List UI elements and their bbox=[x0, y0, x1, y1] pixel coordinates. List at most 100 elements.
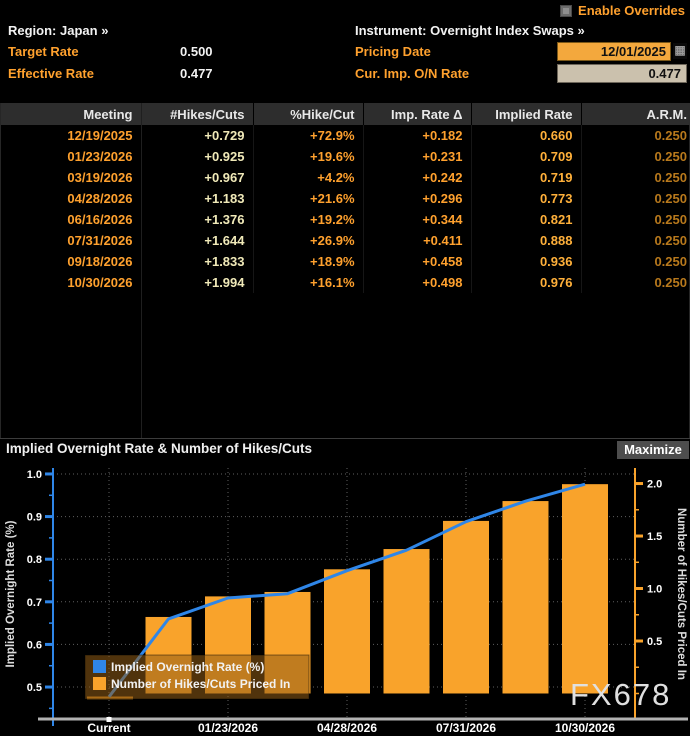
svg-text:0.9: 0.9 bbox=[27, 512, 42, 524]
header: Enable Overrides Region: Japan » Instrum… bbox=[0, 0, 690, 103]
bar bbox=[503, 501, 549, 693]
svg-text:Current: Current bbox=[87, 721, 130, 735]
table-cell: 12/19/2025 bbox=[1, 125, 141, 146]
calendar-icon[interactable]: ▦ bbox=[673, 43, 687, 59]
table-row[interactable]: 10/30/2026+1.994+16.1%+0.4980.9760.250 bbox=[1, 272, 690, 293]
enable-overrides-label: Enable Overrides bbox=[578, 3, 685, 18]
legend-label-bar: Number of Hikes/Cuts Priced In bbox=[111, 677, 290, 691]
table-row[interactable]: 04/28/2026+1.183+21.6%+0.2960.7730.250 bbox=[1, 188, 690, 209]
cur-imp-rate-input[interactable]: 0.477 bbox=[557, 64, 687, 83]
chart-legend[interactable]: Implied Overnight Rate (%) Number of Hike… bbox=[85, 655, 309, 699]
table-cell: 0.250 bbox=[581, 272, 690, 293]
table-cell: +0.182 bbox=[363, 125, 471, 146]
maximize-button[interactable]: Maximize bbox=[617, 441, 689, 459]
effective-rate-label: Effective Rate bbox=[8, 66, 94, 81]
table-row[interactable]: 12/19/2025+0.729+72.9%+0.1820.6600.250 bbox=[1, 125, 690, 146]
table-cell: 0.250 bbox=[581, 188, 690, 209]
table-cell: 0.250 bbox=[581, 146, 690, 167]
chart-title: Implied Overnight Rate & Number of Hikes… bbox=[6, 441, 312, 456]
table-cell: 0.250 bbox=[581, 230, 690, 251]
region-label: Region: bbox=[8, 23, 56, 38]
right-axis-ticks: 2.01.51.00.5 bbox=[635, 479, 662, 694]
pricing-date-label: Pricing Date bbox=[355, 44, 431, 59]
column-header[interactable]: Implied Rate bbox=[471, 103, 581, 125]
enable-overrides-checkbox[interactable] bbox=[560, 5, 572, 17]
cur-imp-rate-label: Cur. Imp. O/N Rate bbox=[355, 66, 469, 81]
left-axis-ticks: 1.00.90.80.70.60.5 bbox=[27, 469, 53, 708]
table-cell: +19.2% bbox=[253, 209, 363, 230]
table-cell: 0.821 bbox=[471, 209, 581, 230]
enable-overrides[interactable]: Enable Overrides bbox=[560, 3, 685, 18]
column-header[interactable]: #Hikes/Cuts bbox=[141, 103, 253, 125]
svg-text:1.0: 1.0 bbox=[647, 584, 662, 596]
column-divider bbox=[141, 103, 142, 438]
table-cell: 07/31/2026 bbox=[1, 230, 141, 251]
svg-text:0.6: 0.6 bbox=[27, 639, 42, 651]
table-cell: 0.773 bbox=[471, 188, 581, 209]
target-rate-value: 0.500 bbox=[180, 44, 213, 59]
table-row[interactable]: 07/31/2026+1.644+26.9%+0.4110.8880.250 bbox=[1, 230, 690, 251]
table-cell: +0.967 bbox=[141, 167, 253, 188]
right-axis-title: Number of Hikes/Cuts Priced In bbox=[675, 508, 687, 680]
svg-text:0.7: 0.7 bbox=[27, 597, 42, 609]
table-row[interactable]: 03/19/2026+0.967+4.2%+0.2420.7190.250 bbox=[1, 167, 690, 188]
table-cell: +21.6% bbox=[253, 188, 363, 209]
instrument-label: Instrument: bbox=[355, 23, 427, 38]
column-header[interactable]: Imp. Rate Δ bbox=[363, 103, 471, 125]
svg-text:07/31/2026: 07/31/2026 bbox=[436, 721, 496, 735]
chart-titlebar: Implied Overnight Rate & Number of Hikes… bbox=[0, 438, 690, 458]
table-cell: +16.1% bbox=[253, 272, 363, 293]
table-cell: +0.296 bbox=[363, 188, 471, 209]
table-cell: 04/28/2026 bbox=[1, 188, 141, 209]
table-cell: 0.660 bbox=[471, 125, 581, 146]
svg-text:1.0: 1.0 bbox=[27, 469, 42, 481]
svg-text:0.5: 0.5 bbox=[647, 636, 662, 648]
table-cell: 10/30/2026 bbox=[1, 272, 141, 293]
bar bbox=[562, 484, 608, 693]
instrument-value[interactable]: Overnight Index Swaps » bbox=[430, 23, 585, 38]
table-cell: +4.2% bbox=[253, 167, 363, 188]
table-cell: +72.9% bbox=[253, 125, 363, 146]
bar bbox=[443, 521, 489, 694]
table-cell: 0.250 bbox=[581, 251, 690, 272]
region-value[interactable]: Japan » bbox=[60, 23, 108, 38]
table-cell: +1.644 bbox=[141, 230, 253, 251]
table-cell: +0.729 bbox=[141, 125, 253, 146]
legend-label-line: Implied Overnight Rate (%) bbox=[111, 660, 264, 674]
table-row[interactable]: 01/23/2026+0.925+19.6%+0.2310.7090.250 bbox=[1, 146, 690, 167]
meetings-table: Meeting#Hikes/Cuts%Hike/CutImp. Rate ΔIm… bbox=[0, 103, 690, 438]
table-cell: 0.250 bbox=[581, 167, 690, 188]
table-cell: +18.9% bbox=[253, 251, 363, 272]
table-row[interactable]: 09/18/2026+1.833+18.9%+0.4580.9360.250 bbox=[1, 251, 690, 272]
effective-rate-value: 0.477 bbox=[180, 66, 213, 81]
column-header[interactable]: A.R.M. bbox=[581, 103, 690, 125]
bar bbox=[384, 549, 430, 693]
table-cell: 0.888 bbox=[471, 230, 581, 251]
region-selector[interactable]: Region: Japan » bbox=[8, 23, 108, 38]
table-cell: +19.6% bbox=[253, 146, 363, 167]
table-cell: 0.709 bbox=[471, 146, 581, 167]
table-cell: 0.719 bbox=[471, 167, 581, 188]
wirp-screen: Enable Overrides Region: Japan » Instrum… bbox=[0, 0, 690, 736]
table-cell: 0.936 bbox=[471, 251, 581, 272]
table-cell: 0.250 bbox=[581, 209, 690, 230]
table-cell: +0.344 bbox=[363, 209, 471, 230]
svg-text:1.5: 1.5 bbox=[647, 531, 662, 543]
pricing-date-input[interactable]: 12/01/2025 bbox=[557, 42, 671, 61]
legend-swatch-bar bbox=[93, 677, 106, 690]
column-header[interactable]: Meeting bbox=[1, 103, 141, 125]
target-rate-label: Target Rate bbox=[8, 44, 79, 59]
table-cell: +0.925 bbox=[141, 146, 253, 167]
table-cell: 06/16/2026 bbox=[1, 209, 141, 230]
table-cell: 01/23/2026 bbox=[1, 146, 141, 167]
svg-text:04/28/2026: 04/28/2026 bbox=[317, 721, 377, 735]
rates-chart: 1.00.90.80.70.60.52.01.51.00.5Current01/… bbox=[0, 458, 690, 736]
svg-text:10/30/2026: 10/30/2026 bbox=[555, 721, 615, 735]
table-cell: 0.976 bbox=[471, 272, 581, 293]
column-header[interactable]: %Hike/Cut bbox=[253, 103, 363, 125]
table-row[interactable]: 06/16/2026+1.376+19.2%+0.3440.8210.250 bbox=[1, 209, 690, 230]
table-cell: +26.9% bbox=[253, 230, 363, 251]
table-cell: 0.250 bbox=[581, 125, 690, 146]
instrument-selector[interactable]: Instrument: Overnight Index Swaps » bbox=[355, 23, 585, 38]
table-body: 12/19/2025+0.729+72.9%+0.1820.6600.25001… bbox=[1, 125, 690, 293]
